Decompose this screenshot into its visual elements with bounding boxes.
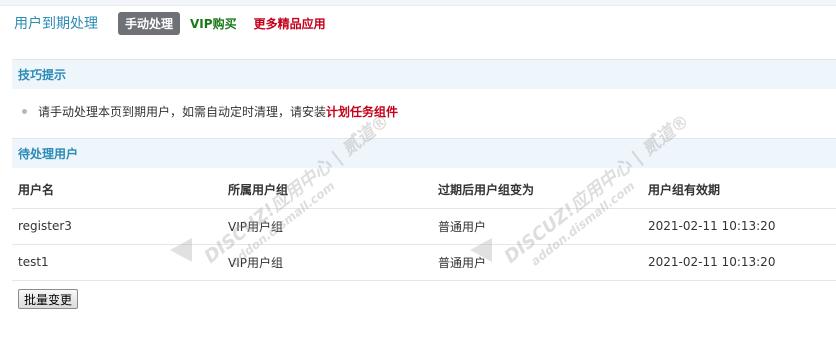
watermark-arrow-icon [170, 238, 192, 262]
pending-users-table: 用户名 所属用户组 过期后用户组变为 用户组有效期 register3 VIP用… [12, 172, 836, 281]
table-row: test1 VIP用户组 普通用户 2021-02-11 10:13:20 [12, 244, 836, 281]
cell-expires: 2021-02-11 10:13:20 [642, 208, 836, 245]
cell-group: VIP用户组 [222, 244, 432, 281]
cell-after-group: 普通用户 [432, 244, 642, 281]
tab-vip-purchase[interactable]: VIP购买 [190, 15, 237, 32]
tab-more-apps[interactable]: 更多精品应用 [254, 15, 326, 32]
cron-plugin-link[interactable]: 计划任务组件 [326, 103, 398, 120]
cell-expires: 2021-02-11 10:13:20 [642, 244, 836, 281]
page-title: 用户到期处理 [14, 16, 98, 32]
column-header-username: 用户名 [12, 172, 222, 209]
table-row: register3 VIP用户组 普通用户 2021-02-11 10:13:2… [12, 208, 836, 245]
watermark-arrow-icon [470, 238, 492, 262]
tab-manual[interactable]: 手动处理 [118, 11, 181, 35]
cell-after-group: 普通用户 [432, 208, 642, 245]
tip-text: 请手动处理本页到期用户，如需自动定时清理，请安装 [38, 105, 327, 119]
bullet-icon [22, 109, 27, 114]
table-header-row: 用户名 所属用户组 过期后用户组变为 用户组有效期 [12, 172, 836, 209]
top-strip [0, 0, 836, 6]
tips-heading: 技巧提示 [12, 59, 836, 89]
column-header-group: 所属用户组 [222, 172, 432, 209]
batch-change-button[interactable]: 批量变更 [18, 289, 79, 309]
column-header-validity: 用户组有效期 [642, 172, 836, 209]
cell-group: VIP用户组 [222, 208, 432, 245]
tip-item: 请手动处理本页到期用户，如需自动定时清理，请安装 计划任务组件 [22, 103, 398, 120]
page-header: 用户到期处理 手动处理 VIP购买 更多精品应用 [14, 11, 343, 35]
column-header-after-group: 过期后用户组变为 [432, 172, 642, 209]
pending-heading: 待处理用户 [12, 138, 836, 168]
